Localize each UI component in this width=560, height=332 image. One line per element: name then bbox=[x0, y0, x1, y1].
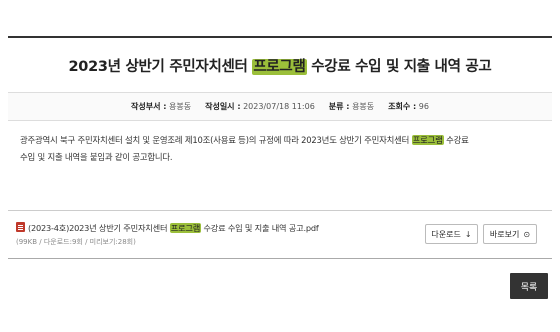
meta-views-value: 96 bbox=[418, 102, 429, 111]
meta-author-label: 작성부서 : bbox=[131, 102, 167, 111]
attachment-divider bbox=[8, 210, 552, 211]
pdf-file-icon bbox=[16, 222, 25, 232]
attachment-link[interactable]: (2023-4호)2023년 상반기 주민자치센터 프로그램 수강료 수입 및 … bbox=[16, 222, 319, 234]
title-text-end: 수강료 수입 및 지출 내역 공고 bbox=[306, 59, 492, 75]
attachment-name-end: 수강료 수입 및 지출 내역 공고.pdf bbox=[201, 223, 319, 233]
download-arrow-icon: ↓ bbox=[464, 229, 472, 239]
download-label: 다운로드 bbox=[431, 229, 461, 239]
top-divider bbox=[8, 36, 552, 38]
post-title: 2023년 상반기 주민자치센터 프로그램 수강료 수입 및 지출 내역 공고 bbox=[8, 55, 552, 76]
download-button[interactable]: 다운로드 ↓ bbox=[425, 224, 478, 244]
bottom-divider bbox=[8, 258, 552, 259]
search-highlight: 프로그램 bbox=[169, 223, 202, 233]
title-text: 2023년 상반기 주민자치센터 bbox=[68, 59, 253, 75]
preview-eye-icon: ⊙ bbox=[523, 229, 531, 239]
meta-category-value: 용봉동 bbox=[352, 102, 375, 111]
list-button[interactable]: 목록 bbox=[510, 273, 548, 299]
meta-date-label: 작성일시 : bbox=[205, 102, 241, 111]
meta-date: 작성일시 : 2023/07/18 11:06 bbox=[205, 101, 315, 112]
body-text-end: 수강료 bbox=[443, 135, 469, 145]
meta-views: 조회수 : 96 bbox=[388, 101, 429, 112]
meta-category-label: 분류 : bbox=[328, 102, 350, 111]
meta-category: 분류 : 용봉동 bbox=[329, 101, 374, 112]
post-body: 광주광역시 북구 주민자치센터 설치 및 운영조례 제10조(사용료 등)의 규… bbox=[20, 132, 540, 166]
search-highlight: 프로그램 bbox=[411, 135, 444, 145]
search-highlight: 프로그램 bbox=[252, 59, 307, 75]
meta-views-label: 조회수 : bbox=[388, 102, 417, 111]
post-meta: 작성부서 : 용봉동 작성일시 : 2023/07/18 11:06 분류 : … bbox=[8, 92, 552, 121]
attachment-name: (2023-4호)2023년 상반기 주민자치센터 bbox=[28, 223, 170, 233]
body-text: 광주광역시 북구 주민자치센터 설치 및 운영조례 제10조(사용료 등)의 규… bbox=[20, 135, 412, 145]
meta-author: 작성부서 : 용봉동 bbox=[131, 101, 191, 112]
meta-author-value: 용봉동 bbox=[169, 102, 192, 111]
meta-date-value: 2023/07/18 11:06 bbox=[243, 102, 315, 111]
preview-button[interactable]: 바로보기 ⊙ bbox=[483, 224, 537, 244]
body-text-line2: 수입 및 지출 내역을 붙임과 같이 공고합니다. bbox=[20, 152, 173, 162]
preview-label: 바로보기 bbox=[489, 229, 520, 239]
attachment-info: (99KB / 다운로드:9회 / 미리보기:28회) bbox=[16, 238, 136, 246]
